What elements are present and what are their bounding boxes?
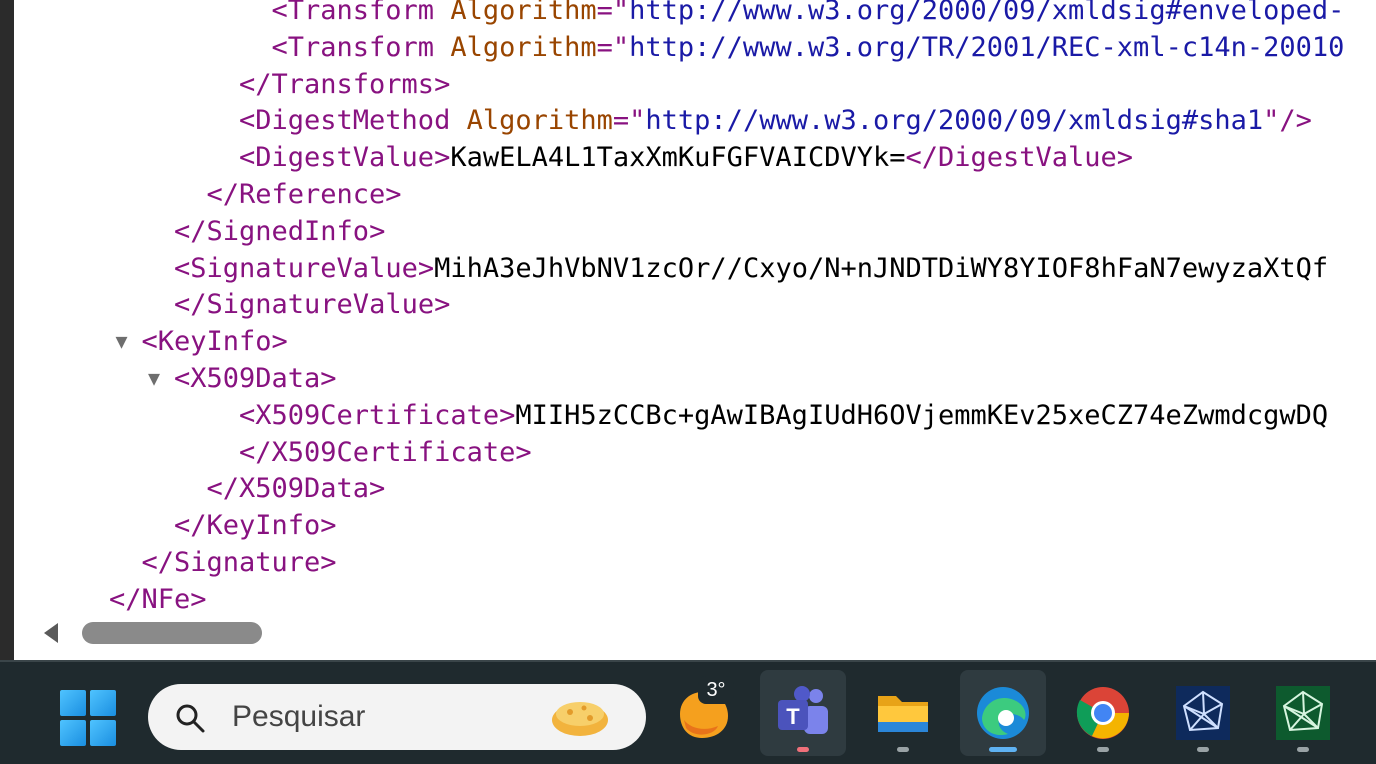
xml-line: <DigestMethod Algorithm="http://www.w3.o…	[239, 102, 1312, 139]
xml-tag: </NFe>	[109, 583, 207, 615]
xml-viewer[interactable]: <Transform Algorithm="http://www.w3.org/…	[14, 0, 1376, 660]
xml-attribute-value: http://www.w3.org/TR/2001/REC-xml-c14n-2…	[629, 31, 1345, 63]
xml-tag: </SignatureValue>	[174, 289, 451, 321]
xml-line: <Transform Algorithm="http://www.w3.org/…	[272, 0, 1345, 29]
xml-attribute: Algorithm	[466, 105, 613, 137]
xml-line: <DigestValue>KawELA4L1TaxXmKuFGFVAICDVYk…	[239, 139, 1133, 176]
xml-text: MIIH5zCCBc+gAwIBAgIUdH6OVjemmKEv25xeCZ74…	[515, 399, 1329, 431]
xml-tag: ="	[596, 31, 630, 63]
search-highlight-icon	[552, 702, 608, 736]
network-blue-icon	[1176, 686, 1230, 740]
xml-attribute: Algorithm	[450, 0, 597, 26]
scroll-left-arrow-icon[interactable]	[44, 623, 58, 643]
running-indicator	[1297, 747, 1309, 752]
xml-line: </KeyInfo>	[174, 507, 337, 544]
xml-line: <SignatureValue>MihA3eJhVbNV1zcOr//Cxyo/…	[174, 250, 1328, 287]
xml-tag: </Signature>	[141, 547, 337, 578]
xml-line: </X509Certificate>	[239, 434, 532, 471]
xml-tag: <SignatureValue>	[174, 252, 435, 284]
taskbar-edge[interactable]	[960, 670, 1046, 756]
xml-tag: </DigestValue>	[905, 142, 1134, 174]
xml-tag: </X509Certificate>	[239, 436, 532, 468]
taskbar-file-explorer[interactable]	[860, 670, 946, 756]
taskbar-search-box[interactable]: Pesquisar	[148, 684, 646, 750]
taskbar-teams[interactable]: T	[760, 670, 846, 756]
scrollbar-thumb[interactable]	[82, 622, 262, 644]
xml-attribute-value: http://www.w3.org/2000/09/xmldsig#sha1	[645, 105, 1264, 137]
network-green-icon	[1276, 686, 1330, 740]
taskbar-weather[interactable]: 3°	[660, 670, 746, 756]
xml-collapsible-line: ▼ <X509Data>	[148, 360, 337, 397]
running-indicator	[897, 747, 909, 752]
xml-tag: </KeyInfo>	[174, 510, 337, 542]
running-indicator	[1097, 747, 1109, 752]
window-left-border	[0, 0, 14, 660]
xml-line: </Signature>	[142, 544, 337, 581]
xml-tag: <X509Certificate>	[239, 399, 516, 431]
search-icon	[176, 704, 205, 733]
xml-line: </NFe>	[109, 581, 207, 618]
xml-text: MihA3eJhVbNV1zcOr//Cxyo/N+nJNDTDiWY8YIOF…	[434, 252, 1329, 284]
taskbar: Pesquisar 3° T	[0, 660, 1376, 764]
start-button[interactable]	[60, 690, 116, 746]
xml-collapsible-line: ▼ <KeyInfo>	[116, 323, 288, 360]
folder-icon	[878, 696, 928, 732]
xml-tag: </Transforms>	[239, 68, 451, 100]
xml-tag: <DigestValue>	[239, 142, 451, 174]
xml-line: </SignedInfo>	[174, 213, 385, 250]
teams-icon: T	[778, 686, 828, 734]
xml-tag: <Transform	[271, 31, 451, 63]
collapse-toggle-icon[interactable]: ▼	[116, 323, 142, 360]
search-placeholder: Pesquisar	[232, 700, 366, 733]
xml-tag: ="	[596, 0, 630, 26]
active-indicator	[989, 747, 1017, 752]
xml-line: </Transforms>	[239, 66, 450, 103]
xml-line: <Transform Algorithm="http://www.w3.org/…	[272, 29, 1345, 66]
xml-line: <X509Certificate>MIIH5zCCBc+gAwIBAgIUdH6…	[239, 397, 1328, 434]
taskbar-chrome[interactable]	[1060, 670, 1146, 756]
xml-attribute-value: http://www.w3.org/2000/09/xmldsig#envelo…	[629, 0, 1345, 26]
xml-tag: <KeyInfo>	[141, 326, 288, 358]
xml-tag: <Transform	[271, 0, 451, 26]
edge-icon	[977, 687, 1029, 739]
collapse-toggle-icon[interactable]: ▼	[148, 360, 174, 397]
taskbar-app-network-blue[interactable]	[1160, 670, 1246, 756]
xml-tag: "/>	[1263, 105, 1312, 137]
running-indicator	[1197, 747, 1209, 752]
weather-badge: 3°	[698, 676, 734, 704]
xml-line: </SignatureValue>	[174, 286, 450, 323]
xml-line: </Reference>	[207, 176, 402, 213]
svg-text:T: T	[786, 704, 800, 729]
windows-logo-icon	[60, 690, 86, 716]
xml-tag: </SignedInfo>	[174, 215, 386, 247]
xml-tag: </X509Data>	[206, 473, 386, 505]
chrome-icon	[1076, 687, 1129, 739]
taskbar-app-network-green[interactable]	[1260, 670, 1346, 756]
xml-tag: <DigestMethod	[239, 105, 467, 137]
xml-text: KawELA4L1TaxXmKuFGFVAICDVYk=	[450, 142, 906, 174]
running-indicator	[797, 747, 809, 752]
xml-tag: </Reference>	[206, 179, 402, 210]
xml-tag: ="	[612, 105, 646, 137]
xml-tag: <X509Data>	[174, 363, 337, 394]
horizontal-scrollbar[interactable]	[14, 614, 1376, 652]
xml-line: </X509Data>	[207, 470, 386, 507]
xml-attribute: Algorithm	[450, 31, 597, 63]
